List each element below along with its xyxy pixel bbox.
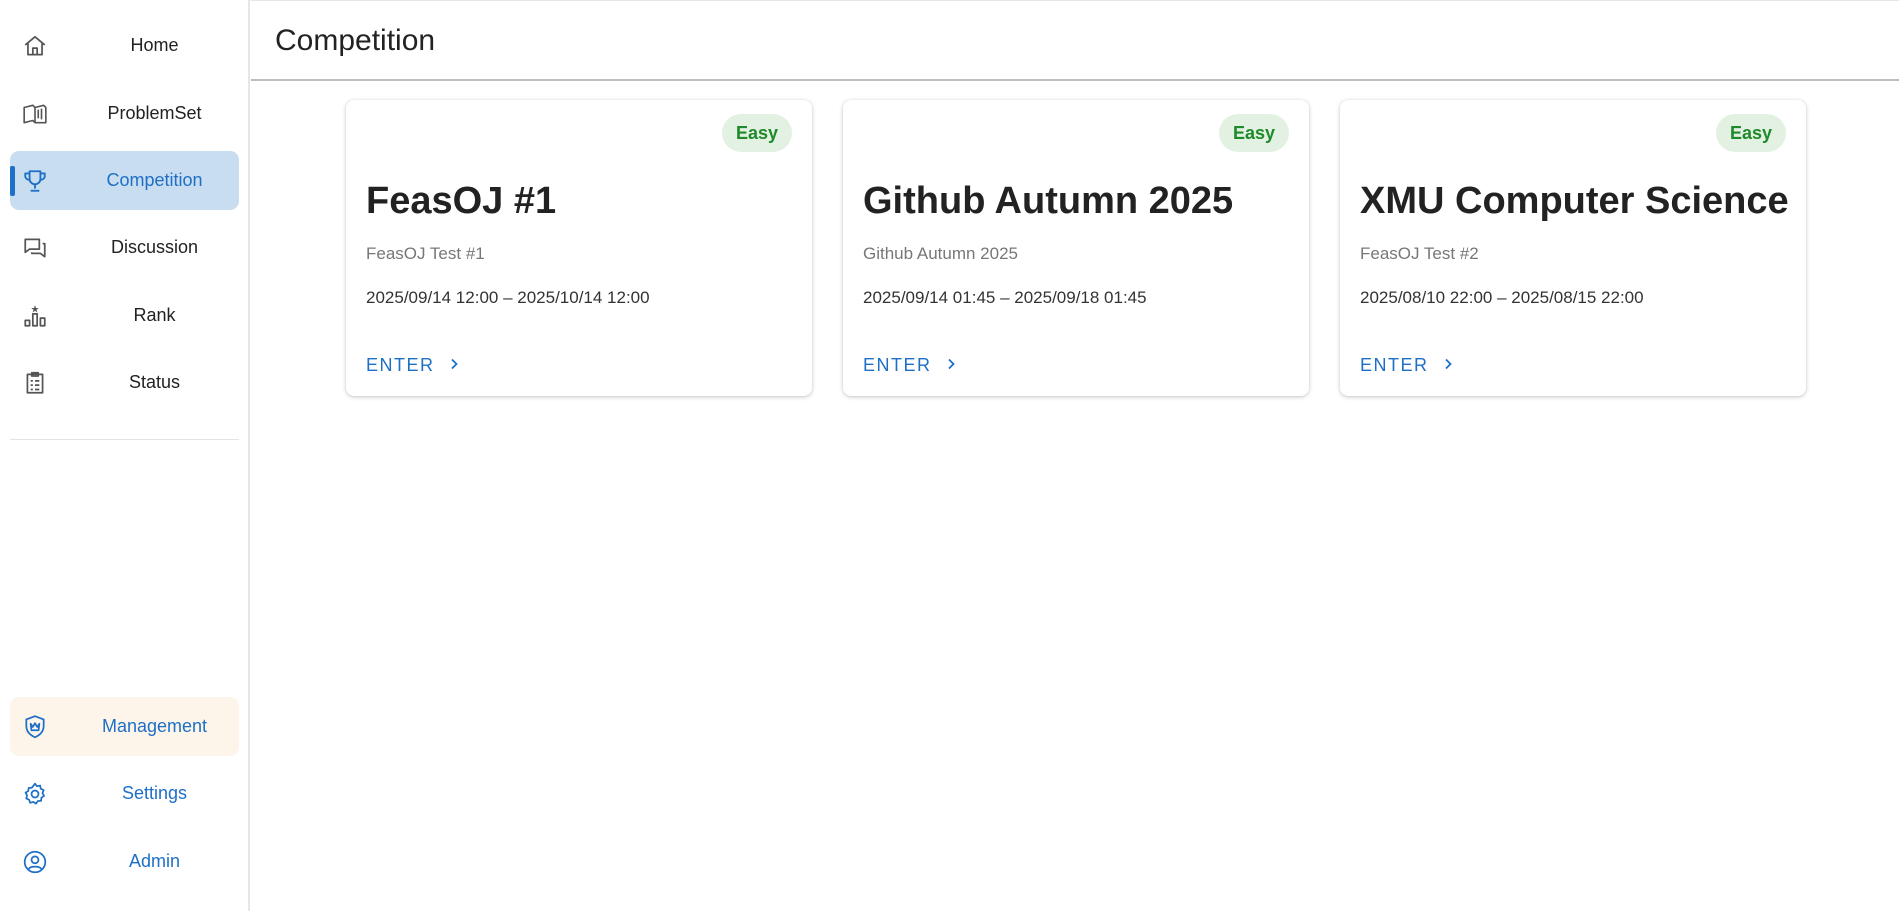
competition-card[interactable]: Easy FeasOJ #1 FeasOJ Test #1 2025/09/14…	[346, 100, 812, 396]
competition-subtitle: FeasOJ Test #2	[1360, 244, 1479, 263]
sidebar-item-label: Discussion	[110, 237, 199, 257]
home-icon	[20, 31, 50, 61]
sidebar-item-label: Status	[128, 372, 181, 392]
chevron-right-icon	[944, 355, 958, 376]
rank-chart-icon	[20, 301, 50, 331]
page-header: Competition	[251, 0, 1899, 81]
sidebar-item-label: Home	[130, 35, 179, 55]
sidebar-item-settings[interactable]: Settings	[10, 764, 239, 823]
enter-button[interactable]: ENTER	[863, 350, 958, 380]
difficulty-badge: Easy	[1218, 114, 1289, 152]
clipboard-icon	[20, 368, 50, 398]
sidebar: Home ProblemSet Competition Discussion R…	[0, 0, 250, 911]
sidebar-item-label: Rank	[133, 305, 176, 325]
chat-icon	[20, 233, 50, 263]
active-indicator	[10, 166, 15, 196]
competition-card[interactable]: Easy Github Autumn 2025 Github Autumn 20…	[843, 100, 1309, 396]
enter-button-label: ENTER	[1360, 354, 1429, 375]
book-icon	[20, 99, 50, 129]
sidebar-item-label: Settings	[121, 783, 188, 803]
sidebar-item-label: Management	[101, 716, 208, 736]
competition-subtitle: Github Autumn 2025	[863, 244, 1019, 263]
enter-button[interactable]: ENTER	[1360, 350, 1455, 380]
enter-button[interactable]: ENTER	[366, 350, 461, 380]
sidebar-item-management[interactable]: Management	[10, 697, 239, 756]
sidebar-item-rank[interactable]: Rank	[10, 286, 239, 345]
enter-button-label: ENTER	[366, 354, 435, 375]
page-title: Competition	[275, 24, 436, 57]
sidebar-item-label: Admin	[128, 851, 181, 871]
user-circle-icon	[20, 847, 50, 877]
competition-title: FeasOJ #1	[366, 180, 557, 222]
sidebar-item-status[interactable]: Status	[10, 353, 239, 412]
competition-card[interactable]: Easy XMU Computer Science FeasOJ Test #2…	[1340, 100, 1806, 396]
chevron-right-icon	[447, 355, 461, 376]
competition-time-range: 2025/09/14 12:00 – 2025/10/14 12:00	[366, 288, 650, 307]
sidebar-item-home[interactable]: Home	[10, 16, 239, 75]
sidebar-item-label: Competition	[106, 170, 203, 190]
sidebar-item-admin[interactable]: Admin	[10, 832, 239, 891]
gear-icon	[20, 779, 50, 809]
competition-title: XMU Computer Science	[1360, 180, 1789, 222]
difficulty-badge: Easy	[1715, 114, 1786, 152]
sidebar-item-competition[interactable]: Competition	[10, 151, 239, 210]
sidebar-item-problemset[interactable]: ProblemSet	[10, 84, 239, 143]
competition-title: Github Autumn 2025	[863, 180, 1234, 222]
competition-time-range: 2025/08/10 22:00 – 2025/08/15 22:00	[1360, 288, 1644, 307]
chevron-right-icon	[1441, 355, 1455, 376]
shield-crown-icon	[20, 712, 50, 742]
competition-subtitle: FeasOJ Test #1	[366, 244, 485, 263]
sidebar-divider	[10, 439, 239, 440]
trophy-icon	[20, 166, 50, 196]
sidebar-item-label: ProblemSet	[107, 103, 202, 123]
competition-time-range: 2025/09/14 01:45 – 2025/09/18 01:45	[863, 288, 1147, 307]
enter-button-label: ENTER	[863, 354, 932, 375]
difficulty-badge: Easy	[721, 114, 792, 152]
sidebar-item-discussion[interactable]: Discussion	[10, 218, 239, 277]
